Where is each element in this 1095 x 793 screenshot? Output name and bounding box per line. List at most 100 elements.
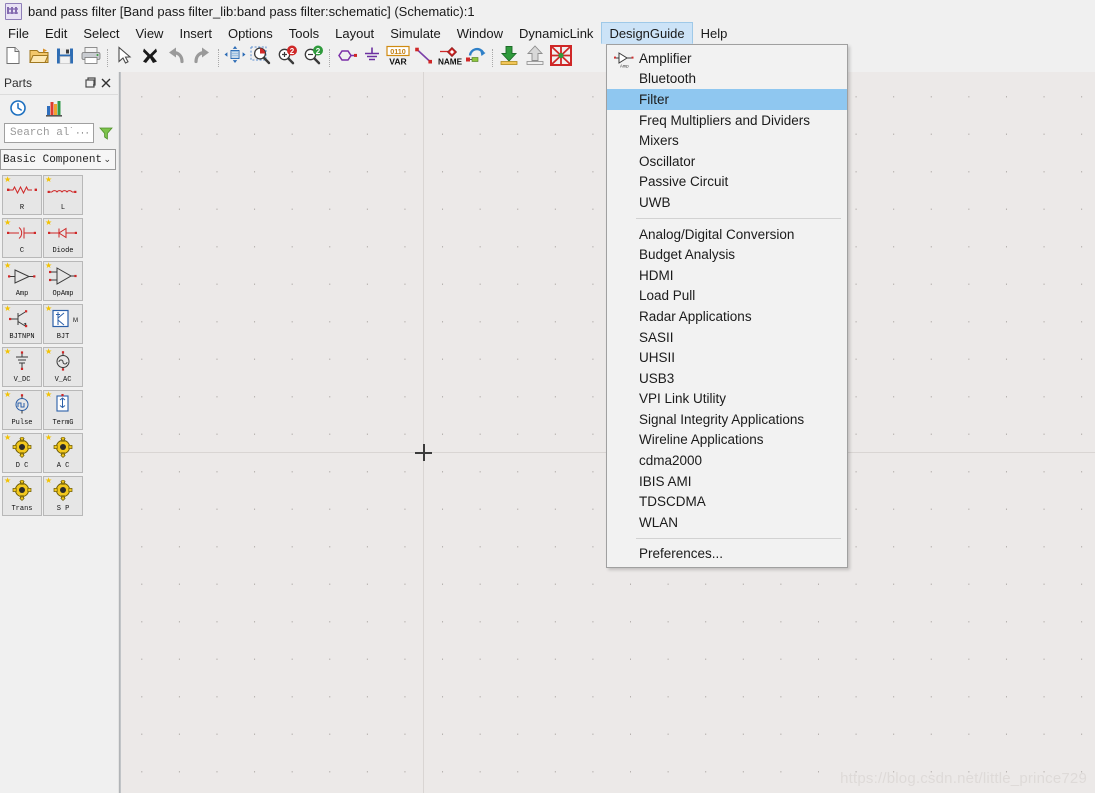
- toolbar-button-port-pin[interactable]: [333, 45, 359, 71]
- menu-item-bluetooth[interactable]: Bluetooth: [607, 69, 847, 90]
- menu-item-tools[interactable]: Tools: [281, 22, 327, 44]
- part-cell-pulse[interactable]: ★ Pulse: [2, 390, 42, 430]
- part-cell-r[interactable]: ★ R: [2, 175, 42, 215]
- toolbar-button-print[interactable]: [78, 45, 104, 71]
- part-cell-opamp[interactable]: ★ OpAmp: [43, 261, 83, 301]
- menu-item-designguide[interactable]: DesignGuide: [601, 22, 693, 44]
- part-cell-s-p[interactable]: ★ S P: [43, 476, 83, 516]
- amp-symbol-icon: [3, 265, 41, 286]
- part-cell-amp[interactable]: ★ Amp: [2, 261, 42, 301]
- menu-item-vpi-link-utility[interactable]: VPI Link Utility: [607, 389, 847, 410]
- toolbar-button-save[interactable]: [52, 45, 78, 71]
- menu-item-cdma2000[interactable]: cdma2000: [607, 450, 847, 471]
- menu-item-wlan[interactable]: WLAN: [607, 512, 847, 533]
- undock-icon[interactable]: [82, 75, 98, 91]
- toolbar-button-open-folder[interactable]: [26, 45, 52, 71]
- port-pin-icon: [334, 46, 358, 71]
- part-label: Diode: [52, 247, 74, 255]
- parts-panel-toolbar: [0, 95, 118, 121]
- menu-item-window[interactable]: Window: [449, 22, 511, 44]
- menu-item-mixers[interactable]: Mixers: [607, 130, 847, 151]
- toolbar-button-delete-x[interactable]: [137, 45, 163, 71]
- menu-item-edit[interactable]: Edit: [37, 22, 75, 44]
- funnel-filter-icon[interactable]: [98, 125, 114, 141]
- toolbar-button-zoom-out[interactable]: 2: [300, 45, 326, 71]
- menu-item-wireline-applications[interactable]: Wireline Applications: [607, 430, 847, 451]
- menu-item-options[interactable]: Options: [220, 22, 281, 44]
- toolbar-button-wire[interactable]: [411, 45, 437, 71]
- toolbar-button-new-file[interactable]: [0, 45, 26, 71]
- toolbar-button-pop-out-hierarchy[interactable]: [522, 45, 548, 71]
- library-chart-icon[interactable]: [44, 98, 64, 118]
- parts-category-select[interactable]: Basic Components ⌄: [0, 149, 116, 170]
- menu-item-view[interactable]: View: [128, 22, 172, 44]
- menu-item-load-pull[interactable]: Load Pull: [607, 286, 847, 307]
- menu-item-insert[interactable]: Insert: [171, 22, 220, 44]
- menu-item-signal-integrity-applications[interactable]: Signal Integrity Applications: [607, 409, 847, 430]
- toolbar-button-redo[interactable]: [189, 45, 215, 71]
- toolbar-button-select-arrow[interactable]: [111, 45, 137, 71]
- search-input-wrapper[interactable]: ···: [4, 123, 94, 143]
- menu-item-select[interactable]: Select: [75, 22, 127, 44]
- menu-item-layout[interactable]: Layout: [327, 22, 382, 44]
- zoom-in-icon: 2: [276, 45, 298, 71]
- part-cell-v-dc[interactable]: ★ V_DC: [2, 347, 42, 387]
- menu-item-ibis-ami[interactable]: IBIS AMI: [607, 471, 847, 492]
- menu-item-filter[interactable]: Filter: [607, 89, 847, 110]
- part-cell-bjtnpn[interactable]: ★ BJTNPN: [2, 304, 42, 344]
- menu-item-oscillator[interactable]: Oscillator: [607, 151, 847, 172]
- menu-item-uhsii[interactable]: UHSII: [607, 347, 847, 368]
- menu-item-sasii[interactable]: SASII: [607, 327, 847, 348]
- chevron-down-icon[interactable]: ⌄: [101, 154, 113, 165]
- menu-item-usb3[interactable]: USB3: [607, 368, 847, 389]
- part-cell-trans[interactable]: ★ Trans: [2, 476, 42, 516]
- pulse-symbol-icon: [3, 394, 41, 415]
- history-clock-icon[interactable]: [8, 98, 28, 118]
- toolbar-button-undo[interactable]: [163, 45, 189, 71]
- var-eqn-icon: 0110 VAR: [385, 45, 411, 71]
- toolbar-button-zoom-in[interactable]: 2: [274, 45, 300, 71]
- gear-symbol-icon: [44, 479, 82, 501]
- menu-item-radar-applications[interactable]: Radar Applications: [607, 306, 847, 327]
- menu-item-uwb[interactable]: UWB: [607, 192, 847, 213]
- toolbar-button-ground[interactable]: [359, 45, 385, 71]
- search-input[interactable]: [8, 126, 74, 140]
- search-more-dots[interactable]: ···: [76, 127, 90, 139]
- menu-item-budget-analysis[interactable]: Budget Analysis: [607, 244, 847, 265]
- toolbar-button-zoom-area[interactable]: [248, 45, 274, 71]
- parts-component-grid: ★ R ★ L ★ C ★ Diode ★ Amp ★ OpAmp ★ BJTNPN ★ M BJT ★ V_DC ★…: [0, 175, 84, 516]
- part-cell-v-ac[interactable]: ★ V_AC: [43, 347, 83, 387]
- menu-item-dynamiclink[interactable]: DynamicLink: [511, 22, 601, 44]
- menu-item-tdscdma[interactable]: TDSCDMA: [607, 491, 847, 512]
- close-icon[interactable]: [98, 75, 114, 91]
- menu-item-amplifier[interactable]: Amplifier: [607, 48, 847, 69]
- part-cell-bjt[interactable]: ★ M BJT: [43, 304, 83, 344]
- part-label: Pulse: [11, 419, 33, 427]
- menu-item-passive-circuit[interactable]: Passive Circuit: [607, 172, 847, 193]
- toolbar-button-push-into-hierarchy[interactable]: [496, 45, 522, 71]
- part-cell-d-c[interactable]: ★ D C: [2, 433, 42, 473]
- menu-item-freq-multipliers-and-dividers[interactable]: Freq Multipliers and Dividers: [607, 110, 847, 131]
- part-cell-termg[interactable]: ★ TermG: [43, 390, 83, 430]
- part-cell-c[interactable]: ★ C: [2, 218, 42, 258]
- toolbar-button-pan-move[interactable]: [222, 45, 248, 71]
- part-label: C: [19, 247, 25, 255]
- part-cell-l[interactable]: ★ L: [43, 175, 83, 215]
- menu-item-analog-digital-conversion[interactable]: Analog/Digital Conversion: [607, 224, 847, 245]
- toolbar-button-wire-label-rotate[interactable]: [463, 45, 489, 71]
- toolbar-button-wire-name[interactable]: NAME: [437, 45, 463, 71]
- svg-text:0110: 0110: [390, 47, 406, 56]
- part-cell-diode[interactable]: ★ Diode: [43, 218, 83, 258]
- svg-text:M: M: [73, 318, 78, 324]
- part-label: D C: [15, 462, 29, 470]
- undo-icon: [165, 46, 187, 71]
- toolbar-button-var-eqn[interactable]: 0110 VAR: [385, 45, 411, 71]
- menu-item-help[interactable]: Help: [693, 22, 736, 44]
- menu-item-preferences[interactable]: Preferences...: [607, 544, 847, 565]
- toolbar-button-simulate[interactable]: [548, 45, 574, 71]
- gear-symbol-icon: [3, 479, 41, 501]
- menu-item-file[interactable]: File: [0, 22, 37, 44]
- part-cell-a-c[interactable]: ★ A C: [43, 433, 83, 473]
- menu-item-simulate[interactable]: Simulate: [382, 22, 449, 44]
- menu-item-hdmi[interactable]: HDMI: [607, 265, 847, 286]
